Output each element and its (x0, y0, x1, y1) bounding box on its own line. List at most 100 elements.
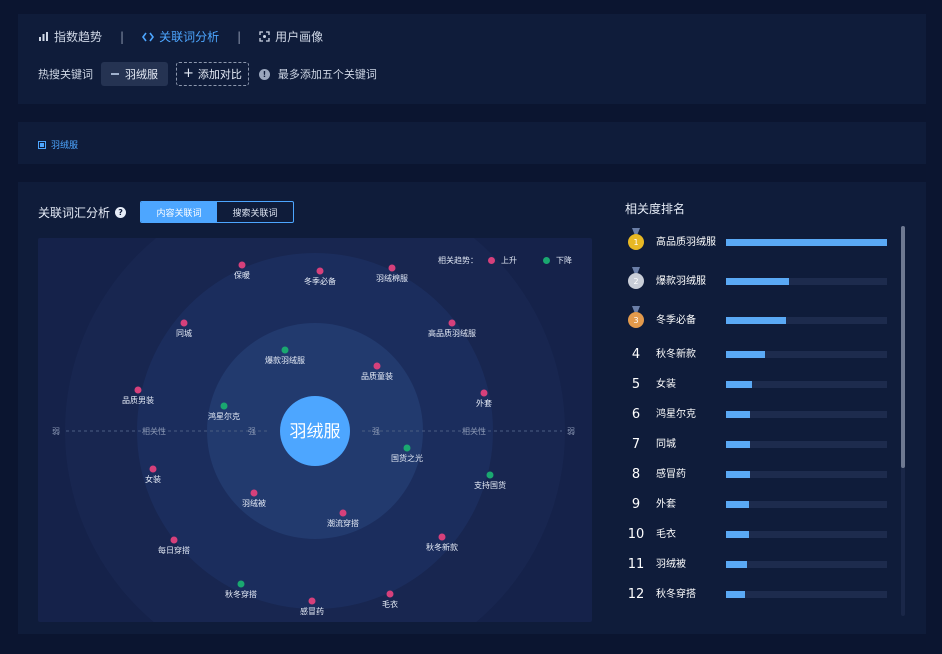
rank-bar-fill (726, 590, 746, 598)
axis-strong-right: 强 (372, 427, 380, 436)
rank-bar-track (726, 500, 887, 508)
word-dot (220, 402, 228, 410)
relation-chart-svg: 弱 相关性 强 强 相关性 弱 羽绒服 保暖冬季必备 羽绒棉服同城 高品质羽绒服爆款羽绒服品质童装… (52, 238, 575, 622)
legend-up-dot (488, 257, 495, 264)
nav-separator: | (120, 29, 125, 44)
word-label: 品质童装 (361, 371, 393, 381)
rank-name: 羽绒被 (656, 558, 686, 570)
axis-relevance-left: 相关性 (142, 426, 166, 436)
tab-user-profile-label: 用户画像 (275, 30, 324, 44)
rank-badge: 3 (624, 312, 648, 328)
word-label: 羽绒棉服 (376, 273, 408, 283)
rank-row: 8 感冒药 (624, 459, 888, 489)
rank-row: 2 爆款羽绒服 (624, 266, 888, 296)
info-icon: ! (258, 68, 270, 80)
focus-scan-icon (259, 31, 270, 42)
rank-bar-fill (726, 316, 786, 324)
word-dot (480, 389, 488, 397)
analysis-title-label: 关联词汇分析 (38, 206, 111, 220)
legend-up-label: 上升 (501, 256, 517, 265)
tab-content-related[interactable]: 内容关联词 (141, 202, 217, 222)
rank-row: 12 秋冬穿搭 (624, 579, 888, 609)
legend-down-dot (543, 257, 550, 264)
word-label: 品质男装 (122, 395, 154, 405)
rank-bar-track (726, 380, 887, 388)
axis-relevance-right: 相关性 (462, 426, 486, 436)
word-dot (438, 533, 446, 541)
hot-search-label: 热搜关键词 (38, 68, 93, 81)
word-label: 潮流穿搭 (327, 518, 359, 528)
rank-bar-fill (726, 560, 747, 568)
minus-icon[interactable] (111, 73, 119, 75)
rank-badge: 9 (631, 496, 641, 512)
analysis-panel: 关联词汇分析 ? 内容关联词 搜索关联词 弱 相关性 强 强 相关性 弱 羽绒服 保暖 冬季必备… (18, 182, 926, 634)
rank-row: 11 羽绒被 (624, 549, 888, 579)
help-icon[interactable]: ? (115, 207, 127, 218)
rank-bar-fill (726, 530, 749, 538)
rank-name: 感冒药 (656, 468, 686, 480)
rank-badge: 6 (631, 406, 641, 422)
rank-bar-fill (726, 410, 751, 418)
tab-related-words[interactable]: 关联词分析 (142, 28, 219, 45)
rank-name: 高品质羽绒服 (656, 236, 716, 248)
rank-row: 4 秋冬新款 (624, 339, 888, 369)
rank-name: 秋冬穿搭 (656, 588, 696, 600)
rank-bar-fill (726, 277, 789, 285)
word-label: 冬季必备 (304, 276, 336, 286)
word-dot (281, 346, 289, 354)
axis-weak-left: 弱 (52, 427, 60, 436)
tab-search-related[interactable]: 搜索关联词 (217, 202, 293, 222)
rank-bar-track (726, 350, 887, 358)
word-label: 每日穿搭 (158, 545, 190, 555)
ranking-scrollbar[interactable] (901, 226, 905, 616)
word-dot (486, 471, 494, 479)
rank-bar-track (726, 560, 887, 568)
word-label: 感冒药 (300, 606, 324, 616)
rank-name: 鸿星尔克 (656, 408, 696, 420)
legend-down-label: 下降 (556, 256, 572, 265)
add-compare-label: 添加对比 (197, 68, 242, 81)
rank-bar-fill (726, 440, 751, 448)
analysis-title: 关联词汇分析 ? (38, 204, 127, 221)
keyword-legend: 羽绒服 (38, 138, 78, 151)
rank-bar-fill (726, 380, 752, 388)
top-panel: 指数趋势 | 关联词分析 | 用户画像 热搜关键词 羽绒服 + 添加对比 ! 最… (18, 14, 926, 104)
rank-badge: 12 (627, 586, 645, 602)
relation-chart: 弱 相关性 强 强 相关性 弱 羽绒服 保暖 冬季必备 羽绒棉服 同城 高品质羽绒服 爆款羽绒服 品质童装… (38, 238, 592, 622)
code-arrows-icon (142, 32, 155, 41)
keyword-legend-label: 羽绒服 (51, 141, 79, 151)
analysis-tabs: 内容关联词 搜索关联词 (140, 201, 294, 223)
word-dot (308, 597, 316, 605)
rank-name: 外套 (656, 498, 676, 510)
add-compare-button[interactable]: + 添加对比 (176, 62, 249, 86)
rank-bar-track (726, 277, 887, 285)
word-label: 毛衣 (382, 599, 398, 609)
rank-name: 女装 (656, 378, 676, 390)
bar-chart-icon (39, 32, 48, 41)
word-label: 同城 (176, 329, 192, 338)
tab-related-words-label: 关联词分析 (159, 30, 220, 44)
rank-row: 1 高品质羽绒服 (624, 227, 888, 257)
rank-name: 爆款羽绒服 (656, 275, 706, 287)
tab-index-trend[interactable]: 指数趋势 (38, 28, 102, 45)
word-label: 鸿星尔克 (208, 411, 240, 421)
rank-bar-fill (726, 470, 751, 478)
word-label: 支持国货 (474, 480, 506, 490)
word-label: 外套 (476, 398, 492, 408)
rank-badge: 8 (631, 466, 641, 482)
rank-name: 同城 (656, 438, 676, 450)
rank-bar-fill (726, 500, 749, 508)
medal-icon: 2 (628, 273, 644, 289)
keyword-chip[interactable]: 羽绒服 (101, 62, 168, 86)
tab-index-trend-label: 指数趋势 (54, 30, 103, 44)
rank-row: 7 同城 (624, 429, 888, 459)
rank-bar-track (726, 530, 887, 538)
word-dot (388, 264, 396, 272)
rank-name: 秋冬新款 (656, 348, 696, 360)
word-dot (403, 444, 411, 452)
word-dot (250, 489, 258, 497)
tab-user-profile[interactable]: 用户画像 (259, 28, 323, 45)
nav-separator: | (237, 29, 242, 44)
scrollbar-thumb[interactable] (901, 226, 905, 468)
word-dot (134, 386, 142, 394)
